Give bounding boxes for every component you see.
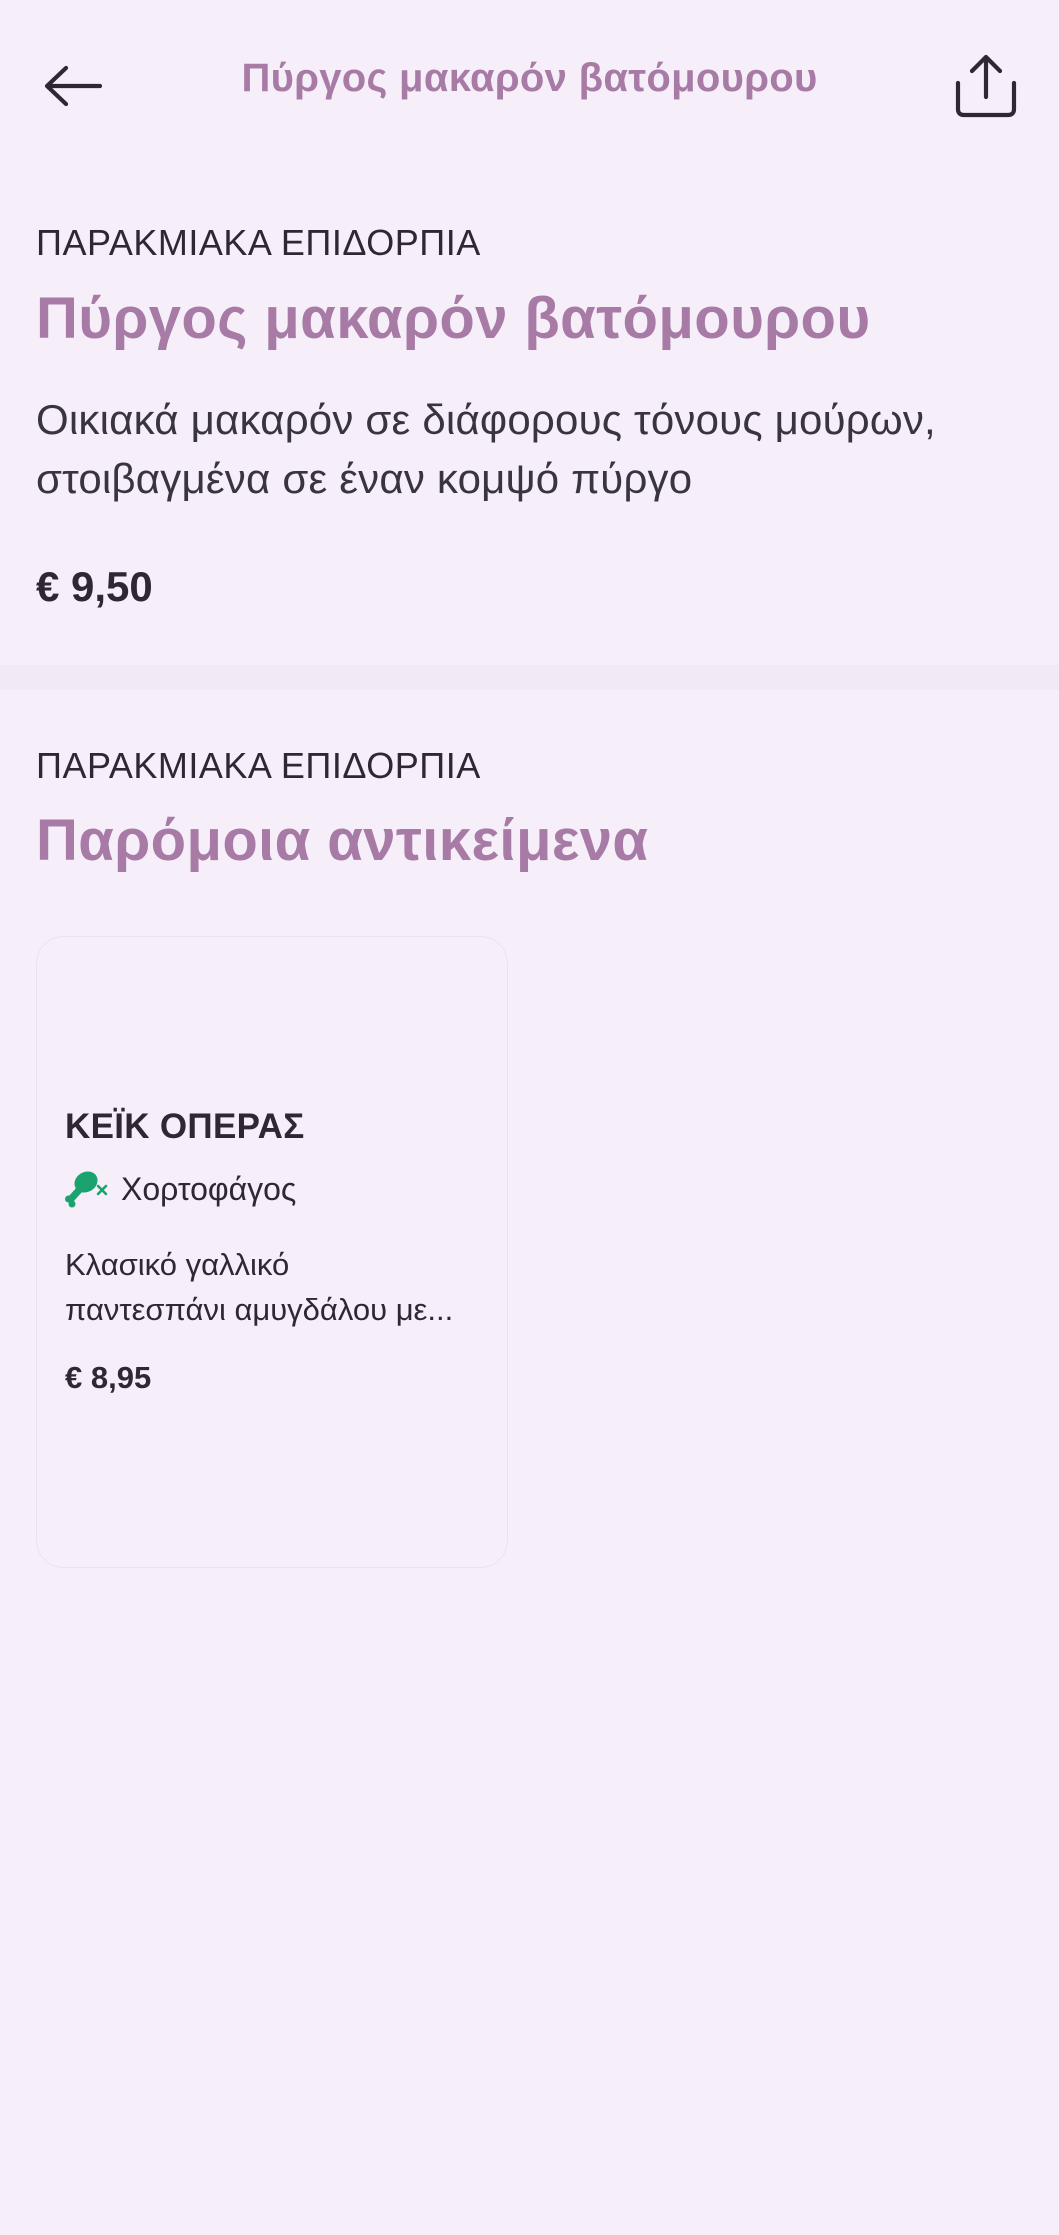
diet-label: Χορτοφάγος	[121, 1170, 297, 1207]
similar-item-card[interactable]: ΚΕΪΚ ΟΠΕΡΑΣ Χορτοφάγος Κλασικό γαλλικό π…	[36, 936, 508, 1568]
similar-item-description: Κλασικό γαλλικό παντεσπάνι αμυγδάλου με.…	[65, 1242, 495, 1332]
top-app-bar: Πύργος μακαρόν βατόμουρου	[0, 0, 1059, 170]
share-icon	[955, 54, 1017, 118]
item-title: Πύργος μακαρόν βατόμουρου	[36, 286, 871, 351]
similar-title: Παρόμοια αντικείμενα	[36, 808, 649, 873]
diet-badge: Χορτοφάγος	[65, 1169, 296, 1209]
item-description: Οικιακά μακαρόν σε διάφορους τόνους μούρ…	[36, 390, 1026, 508]
similar-item-description-line: Κλασικό γαλλικό	[65, 1247, 290, 1282]
similar-item-price: € 8,95	[65, 1360, 152, 1395]
item-details: ΠΑΡΑΚΜΙΑΚΑ ΕΠΙΔΟΡΠΙΑ	[36, 222, 1026, 264]
item-description-line: στοιβαγμένα σε έναν κομψό πύργο	[36, 455, 693, 502]
back-button[interactable]	[36, 50, 108, 122]
item-price: € 9,50	[36, 563, 153, 610]
item-description-line: Οικιακά μακαρόν σε διάφορους τόνους μούρ…	[36, 396, 936, 443]
similar-section-header: ΠΑΡΑΚΜΙΑΚΑ ΕΠΙΔΟΡΠΙΑ	[36, 745, 1026, 787]
item-title-wrap: Πύργος μακαρόν βατόμουρου	[36, 285, 1026, 352]
similar-category: ΠΑΡΑΚΜΙΑΚΑ ΕΠΙΔΟΡΠΙΑ	[36, 745, 481, 786]
similar-title-wrap: Παρόμοια αντικείμενα	[36, 807, 1026, 874]
drumstick-crossed-icon	[65, 1171, 108, 1208]
item-price-wrap: € 9,50	[36, 563, 1026, 611]
similar-item-name: ΚΕΪΚ ΟΠΕΡΑΣ	[65, 1107, 305, 1146]
app-bar-title: Πύργος μακαρόν βατόμουρου	[241, 56, 818, 100]
item-category: ΠΑΡΑΚΜΙΑΚΑ ΕΠΙΔΟΡΠΙΑ	[36, 222, 481, 263]
arrow-left-icon	[44, 65, 102, 107]
section-divider	[0, 665, 1059, 690]
share-button[interactable]	[948, 46, 1024, 126]
similar-item-description-line: παντεσπάνι αμυγδάλου με...	[65, 1292, 454, 1327]
